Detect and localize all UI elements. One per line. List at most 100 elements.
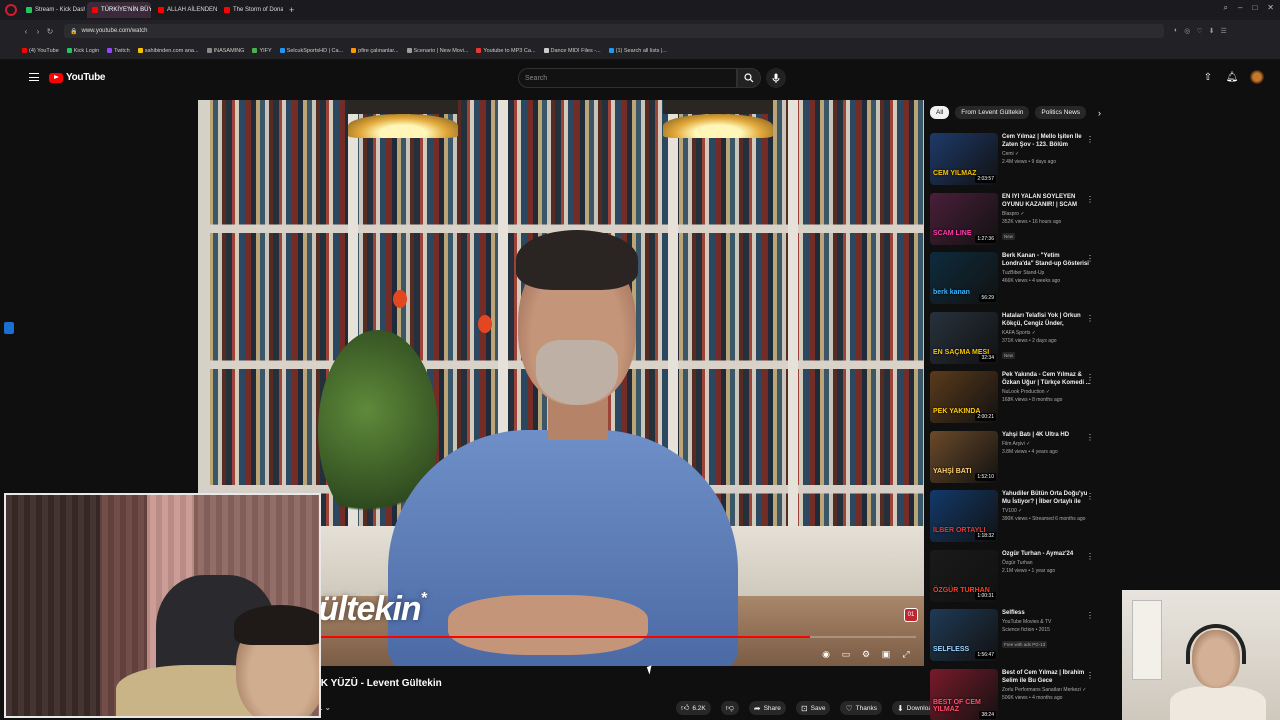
recommendation-channel[interactable]: TV100 ✓ <box>1002 508 1092 514</box>
video-thumbnail[interactable]: SCAM LINE 1:27:36 <box>930 192 998 245</box>
browser-tab[interactable]: TÜRKİYE'NİN BÜYÜ <box>87 2 151 18</box>
more-options-icon[interactable]: ⋮ <box>1086 373 1094 382</box>
more-options-icon[interactable]: ⋮ <box>1086 671 1094 680</box>
browser-tab[interactable]: The Storm of Donald Trum <box>219 2 283 18</box>
autoplay-toggle-icon[interactable]: ◉ <box>820 648 832 660</box>
bookmark-item[interactable]: INASAMING <box>206 48 244 54</box>
recommendation-item[interactable]: YAHŞİ BATI 1:52:10 Yahşi Batı | 4K Ultra H… <box>930 430 1100 491</box>
more-options-icon[interactable]: ⋮ <box>1086 195 1094 204</box>
account-avatar[interactable] <box>1250 70 1264 84</box>
bookmark-item[interactable]: Dance MIDI Files -... <box>543 48 601 54</box>
bookmark-item[interactable]: Kick Login <box>66 48 99 54</box>
more-options-icon[interactable]: ⋮ <box>1086 611 1094 620</box>
reload-icon[interactable]: ↻ <box>44 27 56 36</box>
filter-chip[interactable]: All <box>930 106 950 119</box>
bookmark-item[interactable]: (4) YouTube <box>22 48 59 54</box>
recommendation-channel[interactable]: Film Arşivi ✓ <box>1002 441 1092 447</box>
opera-browser-icon[interactable] <box>5 4 17 16</box>
recommendation-title[interactable]: Yahşi Batı | 4K Ultra HD <box>1002 431 1092 439</box>
video-thumbnail[interactable]: SELFLESS 1:56:47 <box>930 609 998 661</box>
back-icon[interactable]: ‹ <box>20 27 32 36</box>
recommendation-title[interactable]: Cem Yılmaz | Mello İşiten İle Zaten Şov … <box>1002 133 1092 149</box>
recommendation-channel[interactable]: Blaspro ✓ <box>1002 211 1092 217</box>
video-thumbnail[interactable]: PEK YAKINDA 2:00:21 <box>930 371 998 423</box>
recommendation-channel[interactable]: TuzBiber Stand-Up <box>1002 270 1092 276</box>
more-options-icon[interactable]: ⋮ <box>1086 254 1094 263</box>
chips-next-icon[interactable]: › <box>1098 108 1101 118</box>
recommendation-item[interactable]: ÖZGÜR TURHAN 1:00:31 Özgür Turhan - Aymaz'… <box>930 549 1100 610</box>
recommendation-title[interactable]: Berk Kanan - "Yetim Londra'da" Stand-up … <box>1002 252 1092 268</box>
channel-watermark-badge[interactable]: 01 <box>904 608 918 622</box>
more-options-icon[interactable]: ⋮ <box>1086 552 1094 561</box>
video-thumbnail[interactable]: CEM YILMAZ 2:03:57 <box>930 133 998 185</box>
recommendation-item[interactable]: SELFLESS 1:56:47 Selfless YouTube Movies & … <box>930 609 1100 669</box>
recommendation-title[interactable]: Selfless <box>1002 609 1092 617</box>
more-options-icon[interactable]: ⋮ <box>1086 433 1094 442</box>
maximize-icon[interactable]: □ <box>1252 3 1257 13</box>
minimize-icon[interactable]: – <box>1238 3 1242 13</box>
youtube-logo[interactable]: YouTube <box>49 72 106 83</box>
share-button[interactable]: ➦ Share <box>748 701 786 715</box>
more-options-icon[interactable]: ⋮ <box>1086 492 1094 501</box>
browser-tab[interactable]: Stream - Kick Dashb <box>21 2 85 18</box>
close-icon[interactable]: ✕ <box>1267 3 1274 13</box>
search-tabs-icon[interactable]: ⌕ <box>1224 3 1228 13</box>
video-thumbnail[interactable]: İLBER ORTAYLI 1:18:32 <box>930 490 998 542</box>
url-field[interactable]: 🔒 www.youtube.com/watch <box>64 24 1164 38</box>
recommendation-title[interactable]: Özgür Turhan - Aymaz'24 <box>1002 550 1092 558</box>
bookmark-item[interactable]: YIFY <box>252 48 272 54</box>
filter-chip[interactable]: From Levent Gültekin <box>955 106 1030 119</box>
save-button[interactable]: ⊡ Save <box>795 701 831 715</box>
recommendation-item[interactable]: İLBER ORTAYLI 1:18:32 Yahudiler Bütün Orta… <box>930 490 1100 550</box>
video-thumbnail[interactable]: ÖZGÜR TURHAN 1:00:31 <box>930 549 998 602</box>
fullscreen-icon[interactable]: ⤢ <box>900 648 912 660</box>
subtitles-icon[interactable]: ▭ <box>840 648 852 660</box>
recommendation-item[interactable]: SCAM LINE 1:27:36 EN İYİ YALAN SÖYLEYEN OY… <box>930 192 1100 253</box>
thanks-button[interactable]: ♡ Thanks <box>840 701 882 715</box>
recommendation-item[interactable]: EN SAÇMA MESI 32:34 Hataları Telafisi Yok … <box>930 311 1100 372</box>
extension-icon[interactable]: ⬇ <box>1209 27 1215 35</box>
notifications-bell-icon[interactable]: 🔔︎ <box>1226 71 1239 83</box>
recommendation-channel[interactable]: KAFA Sports ✓ <box>1002 330 1092 336</box>
recommendation-channel[interactable]: Özgür Turhan <box>1002 560 1092 566</box>
video-thumbnail[interactable]: YAHŞİ BATI 1:52:10 <box>930 430 998 483</box>
more-options-icon[interactable]: ⋮ <box>1086 135 1094 144</box>
recommendation-title[interactable]: Hataları Telafisi Yok | Orkun Kökçü, Cen… <box>1002 312 1092 328</box>
video-thumbnail[interactable]: BEST OF CEM YILMAZ 38:24 <box>930 668 998 720</box>
side-widget-icon[interactable] <box>4 322 14 334</box>
bookmark-item[interactable]: Youtube to MP3 Ca... <box>476 48 536 54</box>
menu-icon[interactable] <box>29 73 39 81</box>
recommendation-item[interactable]: CEM YILMAZ 2:03:57 Cem Yılmaz | Mello İşit… <box>930 133 1100 193</box>
recommendation-item[interactable]: PEK YAKINDA 2:00:21 Pek Yakında - Cem Yılm… <box>930 371 1100 431</box>
video-thumbnail[interactable]: EN SAÇMA MESI 32:34 <box>930 311 998 364</box>
bookmark-item[interactable]: (1) Search all lists |... <box>608 48 667 54</box>
recommendation-channel[interactable]: NuLook Production ✓ <box>1002 389 1092 395</box>
bookmark-item[interactable]: sahibinden.com ana... <box>137 48 199 54</box>
recommendation-item[interactable]: BEST OF CEM YILMAZ 38:24 Best of Cem Yılma… <box>930 668 1100 720</box>
more-options-icon[interactable]: ⋮ <box>1086 314 1094 323</box>
filter-chip[interactable]: Politics News <box>1035 106 1087 119</box>
settings-gear-icon[interactable]: ⚙ <box>860 648 872 660</box>
recommendation-title[interactable]: Best of Cem Yılmaz | İbrahim Selim ile B… <box>1002 669 1092 685</box>
extension-icon[interactable]: ♡ <box>1196 27 1202 35</box>
miniplayer-icon[interactable]: ▣ <box>880 648 892 660</box>
video-thumbnail[interactable]: berk kanan 56:29 <box>930 252 998 304</box>
recommendation-item[interactable]: berk kanan 56:29 Berk Kanan - "Yetim Londr… <box>930 252 1100 312</box>
bookmark-item[interactable]: SelcukSportsHD | Ca... <box>279 48 343 54</box>
new-tab-icon[interactable]: + <box>285 5 298 15</box>
bookmark-item[interactable]: pfire çalınanlar... <box>351 48 399 54</box>
dislike-button[interactable]: 👎︎ <box>720 701 739 715</box>
like-button[interactable]: 👍︎ 6.2K <box>676 701 711 715</box>
recommendation-title[interactable]: EN İYİ YALAN SÖYLEYEN OYUNU KAZANIR! | S… <box>1002 193 1092 209</box>
bookmark-item[interactable]: Twitch <box>107 48 130 54</box>
upload-icon[interactable]: ⇧ <box>1202 71 1214 83</box>
voice-search-button[interactable] <box>766 68 786 88</box>
extension-icon[interactable]: ◐ <box>1174 27 1178 35</box>
recommendation-channel[interactable]: Zorlu Performans Sanatları Merkezi ✓ <box>1002 687 1092 693</box>
bookmark-item[interactable]: Scenario | New Movi... <box>406 48 468 54</box>
search-input[interactable]: Search <box>518 68 737 88</box>
recommendation-title[interactable]: Yahudiler Bütün Orta Doğu'yu Mu İstiyor?… <box>1002 490 1092 506</box>
forward-icon[interactable]: › <box>32 27 44 36</box>
extension-icon[interactable]: ◎ <box>1184 27 1190 35</box>
recommendation-channel[interactable]: YouTube Movies & TV <box>1002 619 1092 625</box>
